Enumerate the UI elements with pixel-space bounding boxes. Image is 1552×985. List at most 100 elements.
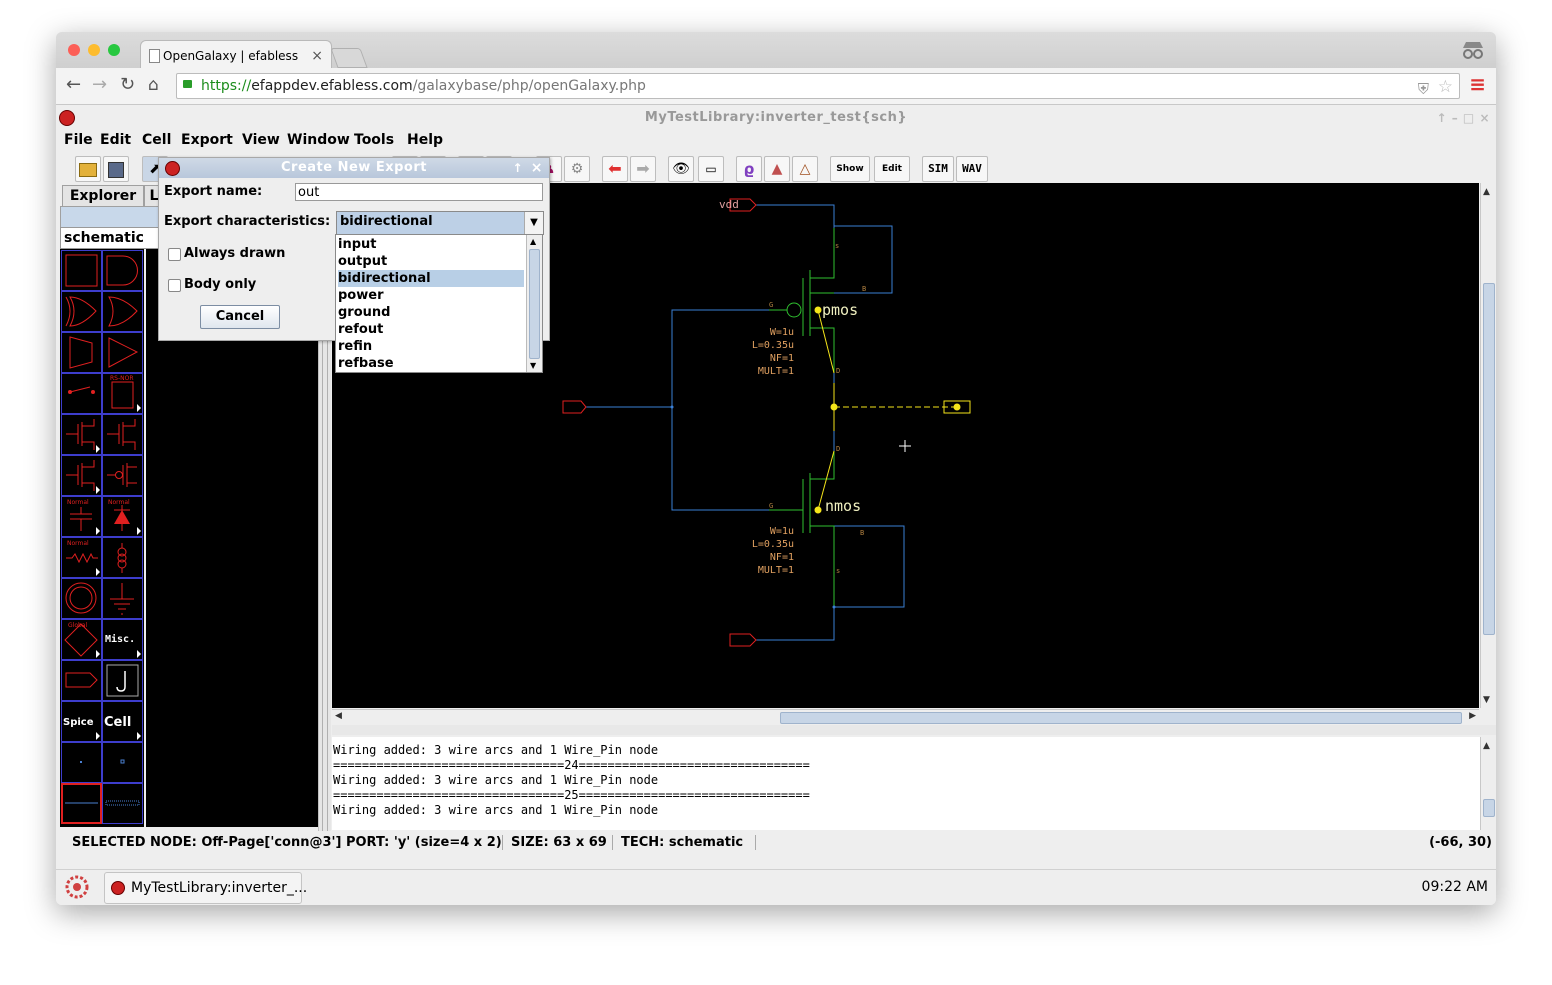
redo-button[interactable]: ➡ [630, 156, 656, 182]
cancel-button[interactable]: Cancel [200, 305, 280, 329]
dropdown-scroll-up-icon[interactable]: ▲ [530, 237, 536, 246]
dialog-close-icon[interactable]: × [531, 158, 543, 178]
toolbar-button-f[interactable]: ⚙ [564, 156, 590, 182]
msg-scroll-thumb[interactable] [1483, 799, 1495, 817]
palette-mux[interactable] [61, 332, 102, 373]
palette-global[interactable]: Global [61, 619, 102, 660]
palette-misc[interactable]: Misc. [102, 619, 143, 660]
layer-button[interactable]: ▲ [764, 156, 790, 182]
palette-offpage[interactable] [61, 660, 102, 701]
close-window-button[interactable] [68, 44, 80, 56]
canvas-vscroll-thumb[interactable] [1483, 283, 1495, 635]
menu-edit[interactable]: Edit [100, 132, 131, 148]
palette-ground[interactable] [102, 578, 143, 619]
palette-bus[interactable] [102, 783, 143, 824]
dropdown-scroll-down-icon[interactable]: ▼ [530, 361, 536, 370]
dropdown-scrollbar[interactable]: ▲ ▼ [526, 235, 542, 372]
back-arrow-icon[interactable]: ← [66, 75, 81, 95]
palette-buffer[interactable] [102, 332, 143, 373]
messages-splitter[interactable] [332, 725, 1496, 735]
palette-pmos[interactable] [61, 455, 102, 496]
option-output[interactable]: output [338, 253, 524, 270]
edit-button[interactable]: Edit [874, 156, 910, 182]
palette-or-gate[interactable] [102, 291, 143, 332]
menu-tools[interactable]: Tools [354, 132, 394, 148]
option-refin[interactable]: refin [338, 338, 524, 355]
palette-spice[interactable]: Spice [61, 701, 102, 742]
menu-view[interactable]: View [242, 132, 280, 148]
menu-cell[interactable]: Cell [142, 132, 171, 148]
palette-bus-pin[interactable] [102, 742, 143, 783]
palette-inductor[interactable] [102, 537, 143, 578]
open-library-button[interactable] [75, 156, 101, 182]
show-button[interactable]: Show [830, 156, 870, 182]
scroll-down-icon[interactable]: ▼ [1483, 695, 1490, 705]
option-power[interactable]: power [338, 287, 524, 304]
zoom-window-button[interactable] [108, 44, 120, 56]
palette-pin[interactable] [102, 660, 143, 701]
palette-and-gate[interactable] [102, 250, 143, 291]
scroll-right-icon[interactable]: ▶ [1469, 711, 1476, 721]
menu-icon[interactable]: ≡ [1469, 74, 1486, 94]
menu-help[interactable]: Help [407, 132, 443, 148]
always-drawn-checkbox[interactable] [168, 248, 181, 261]
menu-export[interactable]: Export [181, 132, 233, 148]
palette-nmos[interactable] [61, 414, 102, 455]
spiral-button[interactable]: ϱ [736, 156, 762, 182]
scroll-up-icon[interactable]: ▲ [1483, 187, 1490, 197]
palette-box[interactable] [61, 250, 102, 291]
taskbar-window-item[interactable]: MyTestLibrary:inverter_... [104, 872, 307, 904]
characteristics-select[interactable]: bidirectional ▼ [336, 211, 544, 235]
option-input[interactable]: input [338, 236, 524, 253]
zoom-button[interactable]: ▭ [698, 156, 724, 182]
tab-explorer[interactable]: Explorer [62, 185, 144, 207]
palette-wire[interactable] [61, 783, 102, 824]
window-controls[interactable]: ↑ – □ × [1437, 105, 1490, 131]
close-tab-icon[interactable]: × [311, 41, 323, 71]
view-button[interactable]: 👁 [668, 156, 694, 182]
forward-arrow-icon[interactable]: → [92, 75, 107, 95]
palette-pmos-alt[interactable] [102, 455, 143, 496]
option-ground[interactable]: ground [338, 304, 524, 321]
palette-diode[interactable]: Normal [102, 496, 143, 537]
home-icon[interactable]: ⌂ [148, 75, 159, 95]
canvas-hscroll-thumb[interactable] [780, 712, 1462, 724]
undo-button[interactable]: ⬅ [602, 156, 628, 182]
stack-button[interactable]: △ [792, 156, 818, 182]
canvas-vertical-scrollbar[interactable]: ▲ ▼ [1480, 183, 1496, 708]
palette-capacitor[interactable]: Normal [61, 496, 102, 537]
minimize-window-button[interactable] [88, 44, 100, 56]
palette-xor-gate[interactable] [61, 291, 102, 332]
menu-file[interactable]: File [64, 132, 93, 148]
messages-scrollbar[interactable]: ▲ [1480, 737, 1496, 830]
palette-resistor[interactable]: Normal [61, 537, 102, 578]
characteristics-dropdown-list[interactable]: input output bidirectional power ground … [335, 234, 543, 373]
palette-wire-pin[interactable] [61, 742, 102, 783]
star-icon[interactable]: ☆ [1438, 75, 1453, 99]
sim-button[interactable]: SIM [922, 156, 954, 182]
new-tab-button[interactable] [330, 48, 368, 68]
menu-window[interactable]: Window [287, 132, 350, 148]
scroll-left-icon[interactable]: ◀ [335, 711, 342, 721]
shield-icon[interactable]: ⛨ [1418, 77, 1429, 101]
palette-cell[interactable]: Cell [102, 701, 143, 742]
palette-source[interactable] [61, 578, 102, 619]
export-name-input[interactable] [295, 183, 543, 201]
option-refout[interactable]: refout [338, 321, 524, 338]
dialog-collapse-icon[interactable]: ↑ [512, 158, 523, 178]
option-bidirectional[interactable]: bidirectional [338, 270, 524, 287]
option-refbase[interactable]: refbase [338, 355, 524, 372]
start-gear-icon[interactable] [64, 874, 90, 900]
palette-switch[interactable] [61, 373, 102, 414]
palette-nmos-alt[interactable] [102, 414, 143, 455]
dropdown-scroll-thumb[interactable] [529, 249, 540, 359]
palette-flipflop[interactable]: RS-NOR [102, 373, 143, 414]
reload-icon[interactable]: ↻ [120, 75, 135, 95]
save-button[interactable] [103, 156, 129, 182]
browser-tab[interactable]: OpenGalaxy | efabless × [140, 40, 332, 71]
wav-button[interactable]: WAV [956, 156, 988, 182]
msg-scroll-up-icon[interactable]: ▲ [1483, 741, 1490, 751]
address-bar[interactable]: https://efappdev.efabless.com/galaxybase… [176, 73, 1460, 99]
canvas-horizontal-scrollbar[interactable]: ◀ ▶ [332, 709, 1479, 725]
body-only-checkbox[interactable] [168, 279, 181, 292]
